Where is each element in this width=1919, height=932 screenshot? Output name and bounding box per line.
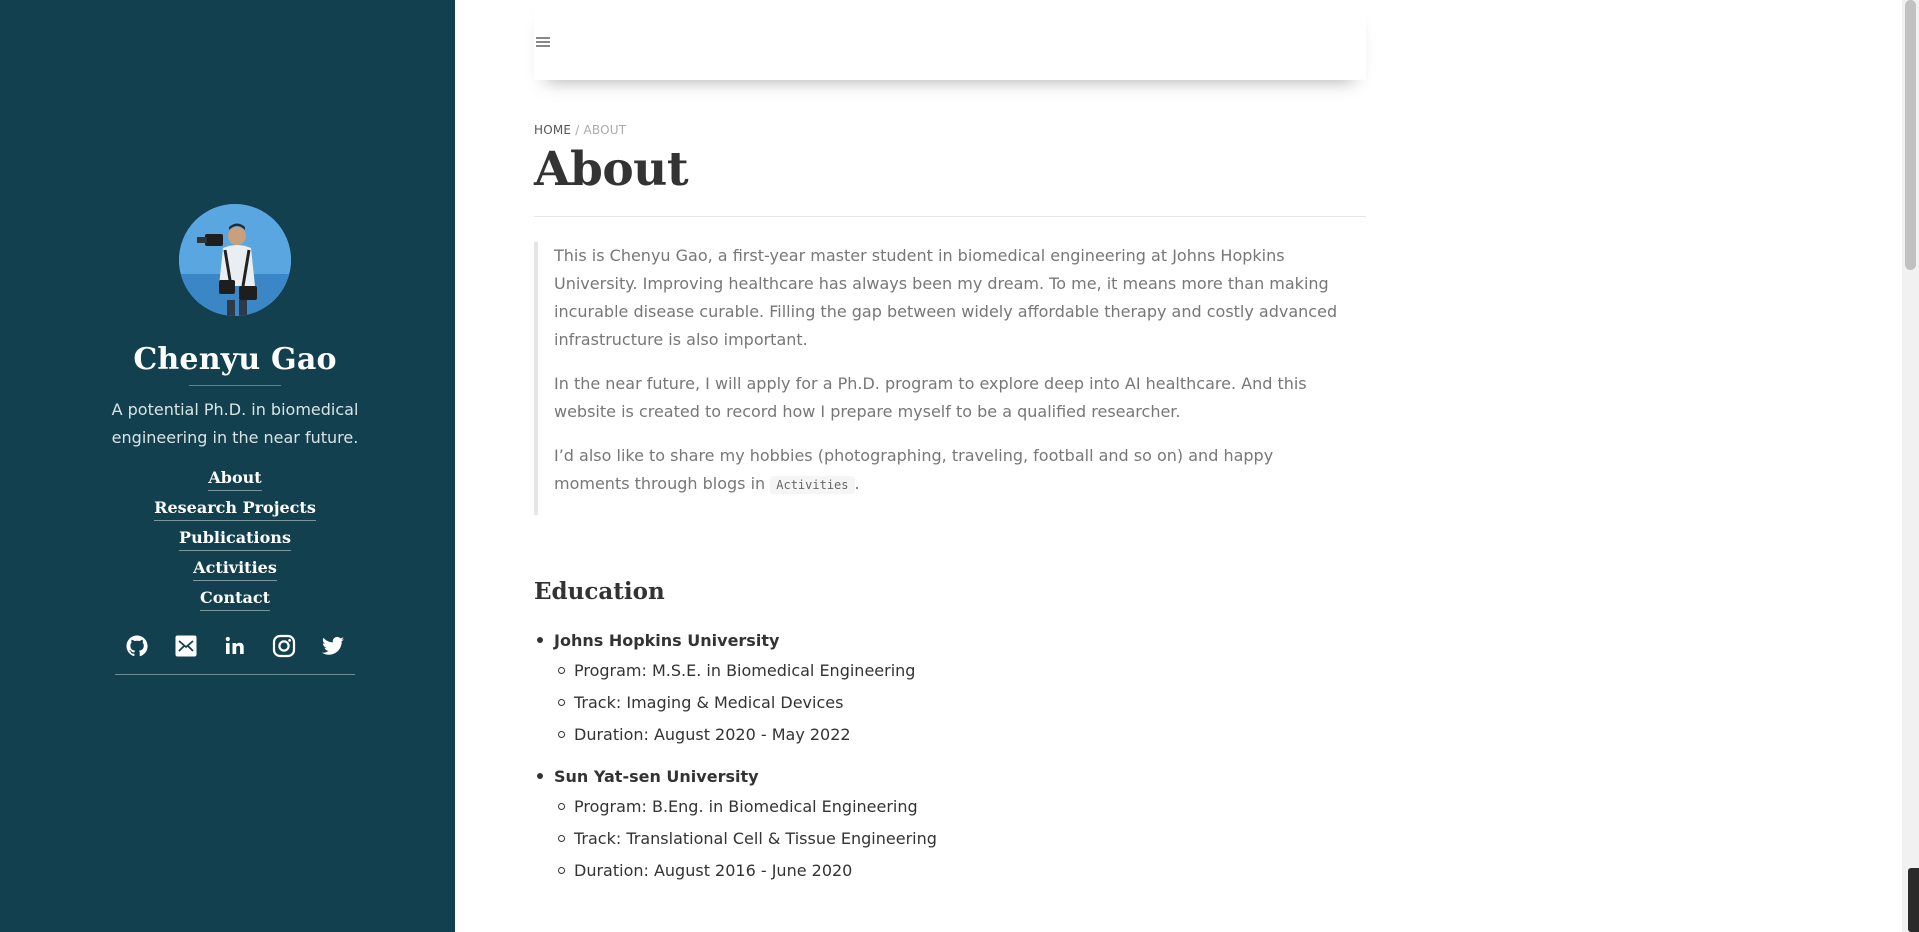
- sidebar: Chenyu Gao A potential Ph.D. in biomedic…: [0, 0, 455, 932]
- nav-item-activities[interactable]: Activities: [0, 558, 470, 581]
- twitter-icon[interactable]: [321, 634, 345, 658]
- email-icon[interactable]: [174, 634, 198, 658]
- school-name: Johns Hopkins University: [554, 631, 780, 650]
- education-detail: Duration: August 2016 - June 2020: [554, 855, 1334, 887]
- page-title: About: [534, 142, 689, 197]
- nav-item-label[interactable]: Publications: [179, 528, 291, 551]
- site-tagline: A potential Ph.D. in biomedical engineer…: [111, 400, 359, 447]
- nav-item-publications[interactable]: Publications: [0, 528, 470, 551]
- title-divider-line: [534, 216, 1366, 217]
- school-name: Sun Yat-sen University: [554, 767, 759, 786]
- education-list: Johns Hopkins University Program: M.S.E.…: [534, 627, 1334, 899]
- education-details: Program: B.Eng. in Biomedical Engineerin…: [554, 791, 1334, 887]
- intro-paragraph: In the near future, I will apply for a P…: [554, 374, 1307, 421]
- nav-item-about[interactable]: About: [0, 468, 470, 491]
- breadcrumb-separator: /: [575, 123, 580, 137]
- nav-item-label[interactable]: About: [208, 468, 262, 491]
- sidebar-nav: About Research Projects Publications Act…: [0, 468, 470, 611]
- avatar[interactable]: [179, 204, 291, 316]
- social-divider: [115, 674, 355, 675]
- hamburger-menu-icon[interactable]: [536, 34, 550, 47]
- github-icon[interactable]: [125, 634, 149, 658]
- intro-blockquote: This is Chenyu Gao, a first-year master …: [534, 242, 1366, 515]
- education-detail: Program: M.S.E. in Biomedical Engineerin…: [554, 655, 1334, 687]
- intro-end: .: [854, 474, 860, 493]
- intro-text: I’d also like to share my hobbies (photo…: [554, 446, 1274, 493]
- education-heading: Education: [534, 578, 665, 605]
- avatar-photo: [179, 204, 291, 316]
- scrollbar-thumb[interactable]: [1905, 0, 1916, 270]
- breadcrumb-home-link[interactable]: HOME: [534, 123, 571, 137]
- corner-widget: [1908, 868, 1919, 932]
- education-item: Johns Hopkins University Program: M.S.E.…: [534, 627, 1334, 751]
- instagram-icon[interactable]: [272, 634, 296, 658]
- title-divider: [189, 385, 281, 386]
- breadcrumb-current: ABOUT: [583, 123, 627, 137]
- education-detail: Track: Translational Cell & Tissue Engin…: [554, 823, 1334, 855]
- nav-item-contact[interactable]: Contact: [0, 588, 470, 611]
- education-detail: Track: Imaging & Medical Devices: [554, 687, 1334, 719]
- nav-item-label[interactable]: Research Projects: [154, 498, 316, 521]
- nav-item-research-projects[interactable]: Research Projects: [0, 498, 470, 521]
- linkedin-icon[interactable]: [223, 634, 247, 658]
- education-detail: Duration: August 2020 - May 2022: [554, 719, 1334, 751]
- nav-item-label[interactable]: Activities: [193, 558, 277, 581]
- intro-paragraph: This is Chenyu Gao, a first-year master …: [554, 246, 1338, 349]
- social-links: [0, 634, 470, 658]
- top-bar: [534, 0, 1366, 80]
- nav-item-label[interactable]: Contact: [200, 588, 270, 611]
- site-title[interactable]: Chenyu Gao: [0, 342, 470, 377]
- sidebar-profile: Chenyu Gao A potential Ph.D. in biomedic…: [0, 204, 470, 675]
- education-detail: Program: B.Eng. in Biomedical Engineerin…: [554, 791, 1334, 823]
- activities-code: Activities: [770, 476, 855, 494]
- intro-paragraph-hobbies: I’d also like to share my hobbies (photo…: [554, 442, 1346, 499]
- education-item: Sun Yat-sen University Program: B.Eng. i…: [534, 763, 1334, 887]
- breadcrumb: HOME / ABOUT: [534, 123, 626, 137]
- vertical-scrollbar[interactable]: [1902, 0, 1919, 932]
- education-details: Program: M.S.E. in Biomedical Engineerin…: [554, 655, 1334, 751]
